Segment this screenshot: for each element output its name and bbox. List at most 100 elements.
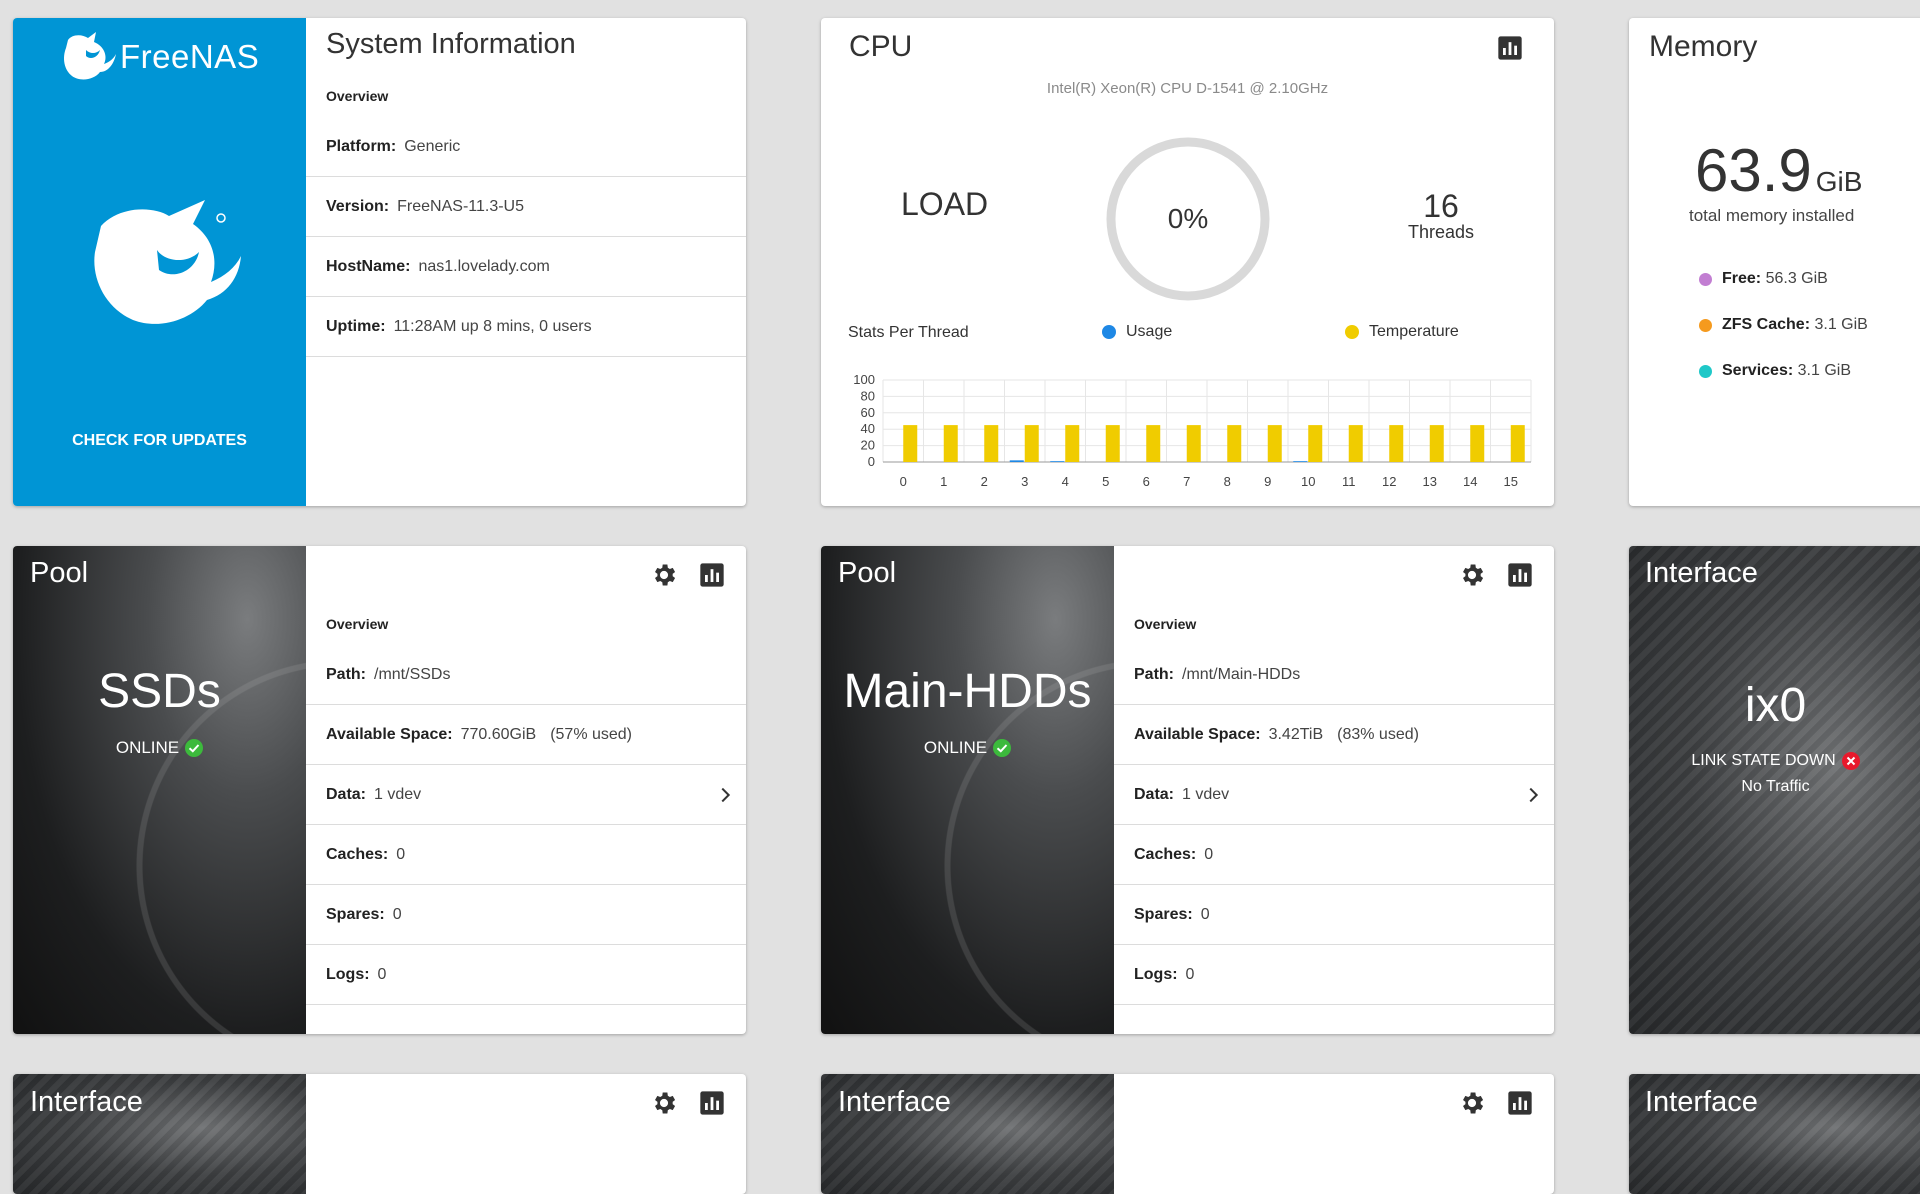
legend-temperature: Temperature <box>1345 323 1459 341</box>
x-tick-label: 0 <box>900 474 907 489</box>
version-row: Version: FreeNAS-11.3-U5 <box>306 178 746 237</box>
interface-card-bottom-2: Interface <box>821 1074 1554 1194</box>
pool-details-panel: Overview Path:/mnt/SSDs Available Space:… <box>306 546 746 1034</box>
interface-card-ix0: Interface ix0 LINK STATE DOWN No Traffic <box>1629 546 1920 1034</box>
temperature-bar <box>1348 425 1363 462</box>
x-tick-label: 9 <box>1264 474 1271 489</box>
reports-icon[interactable] <box>1506 561 1534 589</box>
chevron-right-icon[interactable] <box>714 784 736 806</box>
path-row: Path:/mnt/Main-HDDs <box>1114 646 1554 705</box>
temperature-bar <box>1470 425 1485 462</box>
hostname-row: HostName: nas1.lovelady.com <box>306 238 746 297</box>
memory-total: 63.9 GiB <box>1695 137 1863 204</box>
system-info-card: FreeNAS CHECK FOR UPDATES System Informa… <box>13 18 746 506</box>
system-info-title: System Information <box>326 28 576 60</box>
x-tick-label: 3 <box>1021 474 1028 489</box>
zfs-cache-dot-icon <box>1699 318 1712 332</box>
platform-row: Platform: Generic <box>306 118 746 177</box>
usage-bar <box>1050 461 1065 462</box>
cpu-card: CPU Intel(R) Xeon(R) CPU D-1541 @ 2.10GH… <box>821 18 1554 506</box>
overview-label: Overview <box>326 616 389 632</box>
threads-label: Threads <box>1407 222 1475 242</box>
temperature-bar <box>1308 425 1323 462</box>
temperature-bar <box>1389 425 1404 462</box>
memory-card: Memory 63.9 GiB total memory installed F… <box>1629 18 1920 506</box>
pool-image-panel: Pool Main-HDDs ONLINE <box>821 546 1114 1034</box>
interface-image-panel: Interface <box>13 1074 306 1194</box>
available-space-row: Available Space: 3.42TiB (83% used) <box>1114 706 1554 765</box>
temperature-bar <box>903 425 918 462</box>
load-label: LOAD <box>901 186 989 222</box>
path-row: Path:/mnt/SSDs <box>306 646 746 705</box>
caches-row: Caches: 0 <box>1114 826 1554 885</box>
stats-per-thread-label: Stats Per Thread <box>848 324 969 341</box>
x-tick-label: 5 <box>1102 474 1109 489</box>
spares-row: Spares: 0 <box>306 886 746 945</box>
x-tick-label: 1 <box>940 474 947 489</box>
x-tick-label: 10 <box>1301 474 1315 489</box>
gear-icon[interactable] <box>650 561 678 589</box>
usage-dot-icon <box>1102 325 1116 339</box>
data-row[interactable]: Data: 1 vdev <box>306 766 746 825</box>
free-dot-icon <box>1699 272 1712 286</box>
caches-row: Caches: 0 <box>306 826 746 885</box>
temperature-bar <box>943 425 958 462</box>
interface-name: ix0 <box>1744 679 1807 732</box>
x-tick-label: 2 <box>981 474 988 489</box>
pool-panel-title: Pool <box>30 557 89 589</box>
reports-icon[interactable] <box>698 561 726 589</box>
x-tick-label: 7 <box>1183 474 1190 489</box>
y-tick-label: 0 <box>868 454 875 469</box>
check-updates-button[interactable]: CHECK FOR UPDATES <box>13 432 306 450</box>
temperature-bar <box>1267 425 1282 462</box>
pool-panel-title: Pool <box>838 557 897 589</box>
reports-icon[interactable] <box>1496 34 1524 62</box>
logs-row: Logs: 0 <box>1114 946 1554 1005</box>
gear-icon[interactable] <box>1458 561 1486 589</box>
spares-row: Spares: 0 <box>1114 886 1554 945</box>
pool-status: ONLINE <box>821 738 1114 758</box>
x-tick-label: 6 <box>1143 474 1150 489</box>
freenas-shark-icon <box>64 32 116 80</box>
y-tick-label: 60 <box>861 405 875 420</box>
link-down-x-icon <box>1841 752 1860 770</box>
temperature-bar <box>1065 425 1080 462</box>
temperature-dot-icon <box>1345 325 1359 339</box>
system-logo-panel: FreeNAS CHECK FOR UPDATES <box>13 18 306 506</box>
temperature-bar <box>1186 425 1201 462</box>
online-check-icon <box>185 739 204 757</box>
temperature-bar <box>1429 425 1444 462</box>
data-row[interactable]: Data: 1 vdev <box>1114 766 1554 825</box>
interface-title: Interface <box>30 1086 143 1118</box>
services-dot-icon <box>1699 364 1712 378</box>
x-tick-label: 14 <box>1463 474 1477 489</box>
x-tick-label: 12 <box>1382 474 1396 489</box>
y-tick-label: 100 <box>853 372 875 387</box>
load-value: 0% <box>1167 203 1209 234</box>
pool-status: ONLINE <box>13 738 306 758</box>
threads-count: 16 <box>1423 188 1459 224</box>
temperature-bar <box>1024 425 1039 462</box>
interface-title: Interface <box>1645 557 1758 589</box>
memory-zfs-cache: ZFS Cache: 3.1 GiB <box>1699 316 1868 334</box>
x-tick-label: 4 <box>1062 474 1069 489</box>
online-check-icon <box>993 739 1012 757</box>
y-tick-label: 80 <box>861 388 875 403</box>
temperature-bar <box>1105 425 1120 462</box>
legend-usage: Usage <box>1102 323 1172 341</box>
temperature-bar <box>1227 425 1242 462</box>
y-tick-label: 40 <box>861 421 875 436</box>
usage-bar <box>1009 460 1024 462</box>
memory-caption: total memory installed <box>1689 206 1855 225</box>
logo-text: FreeNAS <box>120 38 260 75</box>
cpu-model: Intel(R) Xeon(R) CPU D-1541 @ 2.10GHz <box>1046 80 1329 97</box>
logs-row: Logs: 0 <box>306 946 746 1005</box>
y-tick-label: 20 <box>861 438 875 453</box>
freenas-logo: FreeNAS <box>60 32 259 82</box>
cpu-thread-chart: 1008060402000 1 2 3 4 5 6 7 8 9 10 11 12 13 14 15 <box>853 372 1532 489</box>
freenas-mascot-icon <box>94 200 241 324</box>
x-tick-label: 11 <box>1342 474 1356 489</box>
interface-image-panel: Interface <box>821 1074 1114 1194</box>
interface-card-bottom-1: Interface <box>13 1074 746 1194</box>
chevron-right-icon[interactable] <box>1522 784 1544 806</box>
